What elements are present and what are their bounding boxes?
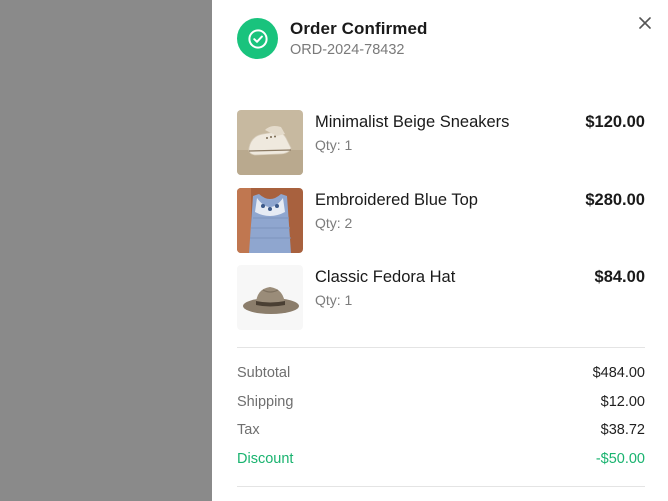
item-quantity: Qty: 2 (315, 214, 353, 231)
divider (237, 486, 645, 487)
tax-value: $38.72 (600, 422, 645, 439)
item-name: Minimalist Beige Sneakers (315, 113, 510, 131)
product-image-sneakers (237, 110, 303, 175)
summary-row-tax: Tax $38.72 (237, 419, 645, 448)
close-button[interactable] (636, 14, 654, 32)
summary-row-shipping: Shipping $12.00 (237, 391, 645, 420)
shipping-label: Shipping (237, 393, 294, 410)
panel-header: Order Confirmed ORD-2024-78432 (237, 17, 668, 61)
order-items-list: Minimalist Beige Sneakers Qty: 1 $120.00 (237, 110, 645, 343)
shipping-value: $12.00 (600, 393, 645, 410)
discount-label: Discount (237, 451, 294, 468)
list-item: Embroidered Blue Top Qty: 2 $280.00 (237, 187, 645, 253)
discount-value: -$50.00 (595, 451, 645, 468)
page-title: Order Confirmed (290, 19, 428, 38)
subtotal-label: Subtotal (237, 365, 291, 381)
order-id: ORD-2024-78432 (290, 42, 405, 58)
subtotal-value: $484.00 (592, 365, 645, 381)
modal-backdrop[interactable] (0, 0, 212, 501)
divider (237, 347, 645, 348)
item-quantity: Qty: 1 (315, 292, 353, 308)
tax-label: Tax (237, 422, 260, 439)
page: Order Confirmed ORD-2024-78432 Minimalis… (0, 0, 668, 501)
item-price: $280.00 (585, 190, 645, 209)
check-circle-icon (237, 18, 278, 59)
product-image-blue-top (237, 187, 303, 253)
product-image-fedora (237, 265, 303, 330)
item-name: Classic Fedora Hat (315, 268, 456, 286)
list-item: Minimalist Beige Sneakers Qty: 1 $120.00 (237, 110, 645, 175)
item-price: $84.00 (594, 268, 645, 286)
item-quantity: Qty: 1 (315, 137, 353, 153)
order-summary: Subtotal $484.00 Shipping $12.00 Tax $38… (237, 362, 645, 477)
summary-row-discount: Discount -$50.00 (237, 448, 645, 477)
list-item: Classic Fedora Hat Qty: 1 $84.00 (237, 265, 645, 330)
close-icon (639, 17, 651, 29)
item-name: Embroidered Blue Top (315, 190, 478, 209)
summary-row-subtotal: Subtotal $484.00 (237, 362, 645, 391)
order-confirmation-panel: Order Confirmed ORD-2024-78432 Minimalis… (212, 0, 668, 501)
item-price: $120.00 (585, 113, 645, 131)
